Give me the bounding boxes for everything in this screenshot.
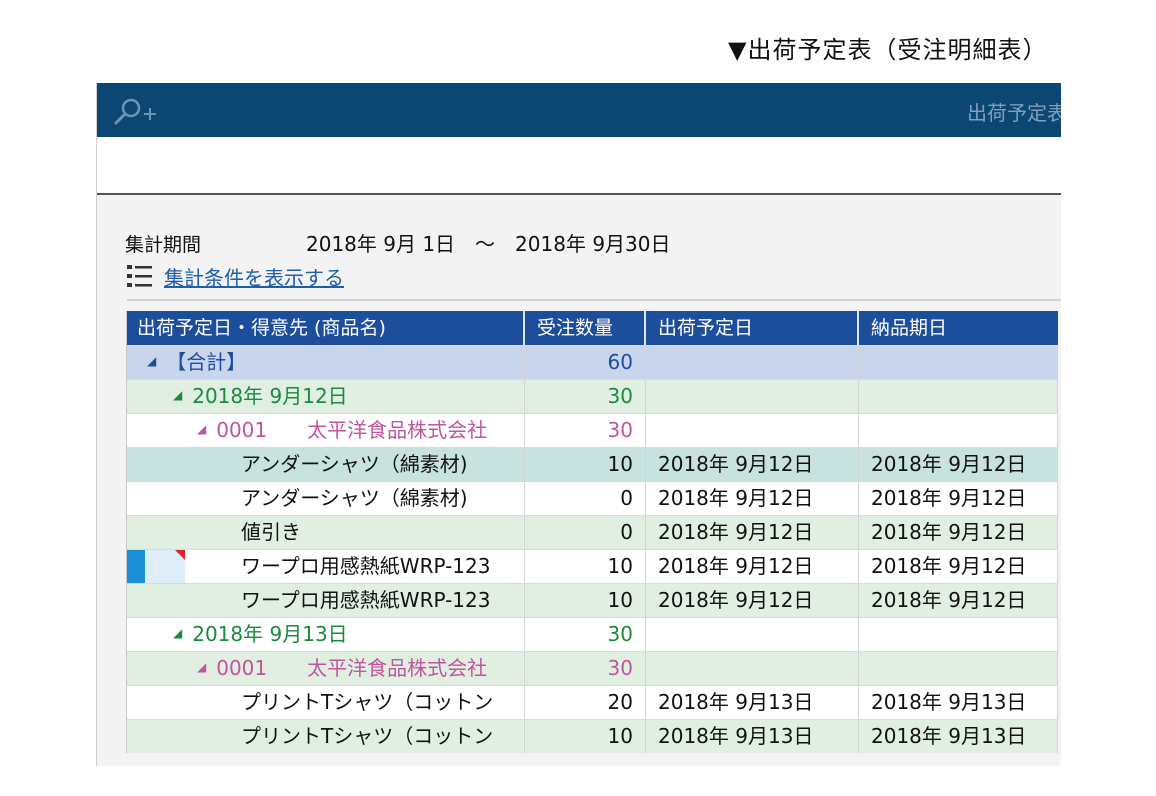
qty-cell: 10: [525, 550, 646, 583]
due-date-cell: [859, 346, 1058, 379]
ship-date-cell: [646, 652, 859, 685]
row-label: アンダーシャツ（綿素材): [127, 448, 525, 481]
due-date-cell: 2018年 9月12日: [859, 584, 1058, 617]
ship-date-cell: 2018年 9月12日: [646, 550, 859, 583]
ship-date-cell: [646, 346, 859, 379]
table-row[interactable]: アンダーシャツ（綿素材) 0 2018年 9月12日 2018年 9月12日: [127, 481, 1058, 515]
search-plus-icon[interactable]: [111, 95, 161, 127]
top-bar: 出荷予定表: [97, 83, 1061, 137]
row-selection-marker[interactable]: [127, 550, 187, 583]
row-label: 2018年 9月12日: [192, 384, 348, 408]
triangle-down-icon[interactable]: ◢: [197, 414, 206, 446]
ship-date-cell: 2018年 9月13日: [646, 686, 859, 719]
row-label: 0001 太平洋食品株式会社: [216, 418, 488, 442]
due-date-cell: 2018年 9月12日: [859, 448, 1058, 481]
triangle-down-icon[interactable]: ◢: [173, 618, 182, 650]
qty-cell: 0: [525, 482, 646, 515]
triangle-down-icon[interactable]: ◢: [147, 346, 156, 378]
column-header-qty[interactable]: 受注数量: [525, 311, 646, 345]
qty-cell: 10: [525, 448, 646, 481]
ship-date-cell: [646, 618, 859, 651]
table-row[interactable]: 値引き 0 2018年 9月12日 2018年 9月12日: [127, 515, 1058, 549]
row-label: ワープロ用感熱紙WRP-123: [241, 554, 491, 578]
table-row[interactable]: ◢ 2018年 9月12日 30: [127, 379, 1058, 413]
divider: [127, 299, 1061, 301]
row-label: プリントTシャツ（コットン: [127, 686, 525, 719]
ship-date-cell: [646, 380, 859, 413]
caption: ▼出荷予定表（受注明細表）: [728, 36, 1048, 64]
due-date-cell: [859, 652, 1058, 685]
grid-header: 出荷予定日・得意先 (商品名) 受注数量 出荷予定日 納品期日: [127, 311, 1058, 345]
row-label: プリントTシャツ（コットン: [127, 720, 525, 753]
column-header-item[interactable]: 出荷予定日・得意先 (商品名): [127, 311, 525, 345]
row-label: ワープロ用感熱紙WRP-123: [127, 584, 525, 617]
column-header-due-date[interactable]: 納品期日: [859, 311, 1058, 345]
table-row[interactable]: プリントTシャツ（コットン 20 2018年 9月13日 2018年 9月13日: [127, 685, 1058, 719]
triangle-down-icon[interactable]: ◢: [173, 380, 182, 412]
table-row[interactable]: ワープロ用感熱紙WRP-123 10 2018年 9月12日 2018年 9月1…: [127, 549, 1058, 583]
period-value: 2018年 9月 1日 ～ 2018年 9月30日: [306, 232, 671, 256]
qty-cell: 30: [525, 380, 646, 413]
list-icon: [127, 265, 152, 287]
ship-date-cell: 2018年 9月12日: [646, 482, 859, 515]
row-label: アンダーシャツ（綿素材): [127, 482, 525, 515]
table-row[interactable]: ◢ 0001 太平洋食品株式会社 30: [127, 413, 1058, 447]
app-window: 出荷予定表 集計期間 2018年 9月 1日 ～ 2018年 9月30日 集計条…: [96, 83, 1061, 766]
ship-date-cell: 2018年 9月12日: [646, 516, 859, 549]
ship-date-cell: 2018年 9月12日: [646, 448, 859, 481]
ship-date-cell: [646, 414, 859, 447]
ship-date-cell: 2018年 9月12日: [646, 584, 859, 617]
due-date-cell: 2018年 9月12日: [859, 550, 1058, 583]
row-label: 【合計】: [166, 350, 247, 374]
column-header-ship-date[interactable]: 出荷予定日: [646, 311, 859, 345]
table-row[interactable]: ◢ 2018年 9月13日 30: [127, 617, 1058, 651]
due-date-cell: 2018年 9月13日: [859, 720, 1058, 753]
table-row[interactable]: ◢ 0001 太平洋食品株式会社 30: [127, 651, 1058, 685]
due-date-cell: [859, 380, 1058, 413]
qty-cell: 10: [525, 720, 646, 753]
qty-cell: 30: [525, 618, 646, 651]
toolbar-area: [97, 137, 1061, 195]
qty-cell: 10: [525, 584, 646, 617]
qty-cell: 60: [525, 346, 646, 379]
due-date-cell: 2018年 9月13日: [859, 686, 1058, 719]
window-title: 出荷予定表: [967, 101, 1061, 125]
period-label: 集計期間: [125, 234, 202, 256]
table-row[interactable]: プリントTシャツ（コットン 10 2018年 9月13日 2018年 9月13日: [127, 719, 1058, 753]
row-label: 0001 太平洋食品株式会社: [216, 656, 488, 680]
due-date-cell: [859, 618, 1058, 651]
qty-cell: 30: [525, 652, 646, 685]
ship-date-cell: 2018年 9月13日: [646, 720, 859, 753]
triangle-down-icon[interactable]: ◢: [197, 652, 206, 684]
conditions-row[interactable]: 集計条件を表示する: [127, 262, 344, 291]
table-row[interactable]: アンダーシャツ（綿素材) 10 2018年 9月12日 2018年 9月12日: [127, 447, 1058, 481]
due-date-cell: 2018年 9月12日: [859, 516, 1058, 549]
table-row[interactable]: ◢ 【合計】 60: [127, 345, 1058, 379]
due-date-cell: [859, 414, 1058, 447]
qty-cell: 20: [525, 686, 646, 719]
table-row[interactable]: ワープロ用感熱紙WRP-123 10 2018年 9月12日 2018年 9月1…: [127, 583, 1058, 617]
show-conditions-link[interactable]: 集計条件を表示する: [164, 262, 344, 291]
qty-cell: 30: [525, 414, 646, 447]
shipment-grid[interactable]: 出荷予定日・得意先 (商品名) 受注数量 出荷予定日 納品期日 ◢ 【合計】 60…: [126, 311, 1058, 753]
row-label: 2018年 9月13日: [192, 622, 348, 646]
qty-cell: 0: [525, 516, 646, 549]
due-date-cell: 2018年 9月12日: [859, 482, 1058, 515]
row-label: 値引き: [127, 516, 525, 549]
